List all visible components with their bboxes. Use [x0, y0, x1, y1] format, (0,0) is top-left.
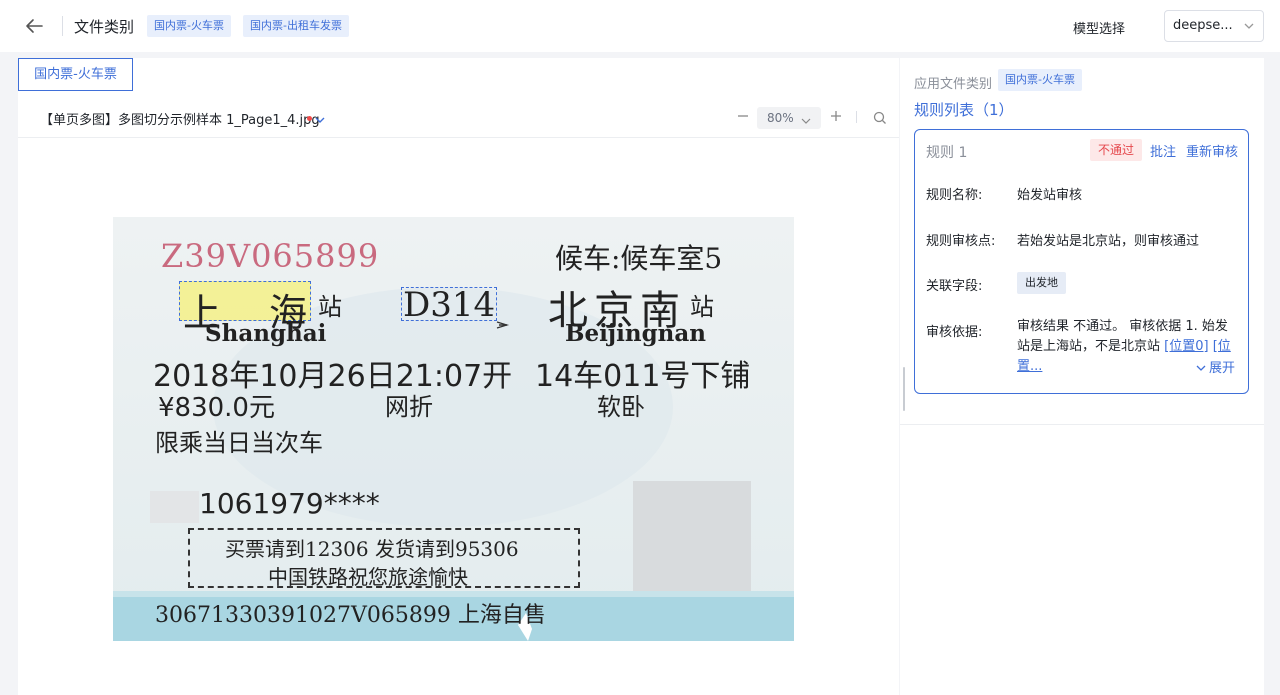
status-badge: 不通过: [1090, 139, 1143, 161]
ticket-notice-line-2: 中国铁路祝您旅途愉快: [268, 565, 468, 589]
rule-point-label: 规则审核点:: [926, 234, 996, 249]
ticket-train-number: D314: [403, 285, 496, 325]
zoom-value: 80%: [767, 111, 794, 125]
apply-category-label: 应用文件类别: [914, 77, 993, 92]
ticket-class: 软卧: [597, 393, 645, 421]
ticket-image: Z39V065899 候车:候车室5 上海 站 D314 北京南 站 Shang…: [113, 217, 794, 641]
model-select-label: 模型选择: [1073, 22, 1126, 37]
ticket-to-pinyin: Beijingnan: [565, 320, 707, 347]
zoom-out-button[interactable]: [736, 108, 750, 124]
expand-button[interactable]: 展开: [1196, 357, 1235, 376]
page-scrollbar-track[interactable]: [1266, 58, 1280, 695]
related-field-label: 关联字段:: [926, 279, 983, 294]
ticket-serial: Z39V065899: [161, 237, 380, 275]
rule-title: 规则 1: [926, 145, 968, 161]
qr-code-mask: [633, 481, 751, 591]
expand-label: 展开: [1209, 361, 1236, 376]
ticket-limit: 限乘当日当次车: [155, 429, 323, 457]
tab-train-ticket[interactable]: 国内票-火车票: [18, 58, 133, 91]
apply-category-tag: 国内票-火车票: [998, 69, 1082, 91]
search-icon[interactable]: [873, 110, 887, 124]
rule-name-label: 规则名称:: [926, 188, 983, 203]
annotate-button[interactable]: 批注: [1150, 141, 1176, 160]
rule-point-value: 若始发站是北京站，则审核通过: [1017, 234, 1200, 249]
rule-list-title: 规则列表（1）: [914, 101, 1014, 119]
ticket-notice-line-1: 买票请到12306 发货请到95306: [225, 537, 519, 561]
model-select[interactable]: deepse...: [1164, 10, 1264, 42]
redaction-mask: [150, 491, 199, 523]
related-field-tag: 出发地: [1017, 272, 1066, 294]
panel-divider: [900, 424, 1264, 425]
ticket-from-station-suffix: 站: [318, 293, 342, 321]
chevron-down-icon[interactable]: [314, 111, 326, 123]
page-title: 文件类别: [74, 18, 135, 36]
zoom-in-button[interactable]: [829, 108, 843, 124]
ticket-price: ¥830.0元: [158, 393, 275, 423]
toolbar-divider: [856, 111, 857, 123]
chevron-down-icon: [1196, 365, 1206, 371]
rules-panel: 应用文件类别 国内票-火车票 规则列表（1） 规则 1 不通过 批注 重新审核 …: [900, 58, 1264, 695]
zoom-select[interactable]: 80%: [757, 107, 821, 129]
panel-resize-handle[interactable]: [903, 367, 905, 411]
chevron-down-icon: [1243, 11, 1255, 41]
top-bar: 文件类别 国内票-火车票 国内票-出租车发票 模型选择 deepse...: [0, 0, 1280, 52]
model-select-value: deepse...: [1173, 18, 1233, 33]
chevron-down-icon: [801, 112, 811, 124]
ticket-discount: 网折: [385, 393, 433, 421]
toolbar-divider-line: [18, 137, 899, 138]
rule-card[interactable]: 规则 1 不通过 批注 重新审核 规则名称: 始发站审核 规则审核点: 若始发站…: [914, 129, 1249, 394]
ticket-id-number: 1061979****: [199, 487, 380, 520]
file-name[interactable]: 【单页多图】多图切分示例样本 1_Page1_4.jpg: [40, 109, 320, 128]
reaudit-button[interactable]: 重新审核: [1186, 141, 1238, 160]
ticket-from-pinyin: Shanghai: [205, 320, 327, 347]
ticket-to-station-suffix: 站: [690, 293, 714, 321]
category-tag-taxi[interactable]: 国内票-出租车发票: [243, 15, 349, 37]
header-divider: [62, 16, 63, 36]
rule-name-value: 始发站审核: [1017, 188, 1083, 203]
ticket-waiting-room: 候车:候车室5: [555, 242, 723, 275]
category-tag-train[interactable]: 国内票-火车票: [147, 15, 231, 37]
location-link-0[interactable]: [位置0]: [1164, 339, 1208, 354]
status-dot: [307, 116, 312, 121]
audit-basis-label: 审核依据:: [926, 325, 983, 340]
ticket-bottom-code: 30671330391027V065899 上海自售: [155, 603, 546, 628]
back-arrow-icon[interactable]: [22, 14, 46, 38]
document-viewer: 国内票-火车票 【单页多图】多图切分示例样本 1_Page1_4.jpg 80%: [18, 58, 899, 695]
